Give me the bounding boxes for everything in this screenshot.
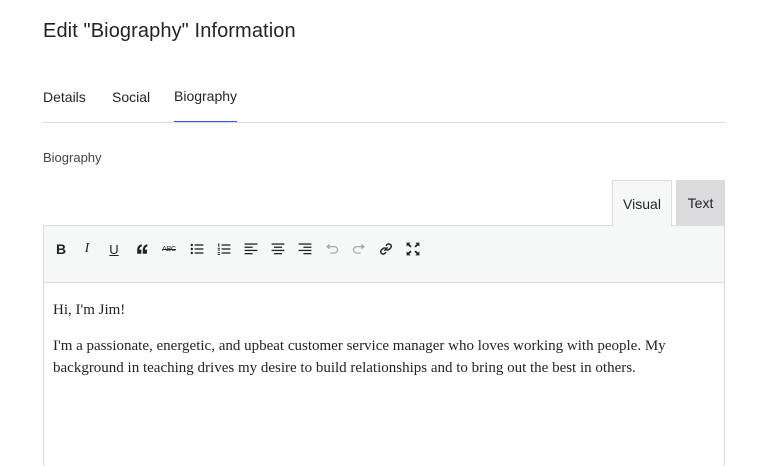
blockquote-button[interactable] <box>131 238 153 260</box>
insert-link-button[interactable] <box>375 238 397 260</box>
page-title: Edit "Biography" Information <box>43 20 296 42</box>
biography-field-label: Biography <box>43 150 102 165</box>
strikethrough-icon: ABC <box>162 245 176 253</box>
fullscreen-icon <box>406 242 420 256</box>
bullet-list-button[interactable] <box>186 238 208 260</box>
tab-details[interactable]: Details <box>43 89 86 105</box>
underline-button[interactable]: U <box>103 238 125 260</box>
italic-icon: I <box>84 241 90 256</box>
bold-icon: B <box>55 241 67 257</box>
bold-button[interactable]: B <box>50 238 72 260</box>
tab-social[interactable]: Social <box>112 89 150 105</box>
content-greeting: Hi, I'm Jim! <box>53 302 126 318</box>
align-left-icon <box>244 243 258 255</box>
redo-button[interactable] <box>348 238 370 260</box>
align-right-icon <box>298 243 312 255</box>
quote-icon <box>137 244 148 254</box>
redo-icon <box>352 243 365 254</box>
bullet-list-icon <box>190 243 204 255</box>
underline-icon: U <box>109 241 119 257</box>
align-center-icon <box>271 243 285 255</box>
tab-bar: Details Social Biography <box>43 78 725 123</box>
italic-button[interactable]: I <box>76 238 98 260</box>
numbered-list-button[interactable] <box>213 238 235 260</box>
undo-icon <box>326 243 339 254</box>
visual-mode-tab[interactable]: Visual <box>612 180 672 227</box>
editor-toolbar: B I U ABC <box>44 226 724 283</box>
editor-content-area[interactable]: Hi, I'm Jim! I'm a passionate, energetic… <box>44 283 724 409</box>
numbered-list-icon <box>217 243 231 255</box>
content-body: I'm a passionate, energetic, and upbeat … <box>53 338 666 376</box>
undo-button[interactable] <box>321 238 343 260</box>
text-mode-tab[interactable]: Text <box>676 180 725 226</box>
align-left-button[interactable] <box>240 238 262 260</box>
editor-mode-tabs: Visual Text <box>612 180 725 227</box>
link-icon <box>380 243 392 255</box>
align-center-button[interactable] <box>267 238 289 260</box>
fullscreen-button[interactable] <box>402 238 424 260</box>
align-right-button[interactable] <box>294 238 316 260</box>
rich-text-editor: B I U ABC Hi, I'm Jim! I'm a passionate,… <box>43 225 725 466</box>
tab-biography[interactable]: Biography <box>174 88 237 122</box>
strikethrough-button[interactable]: ABC <box>158 238 180 260</box>
